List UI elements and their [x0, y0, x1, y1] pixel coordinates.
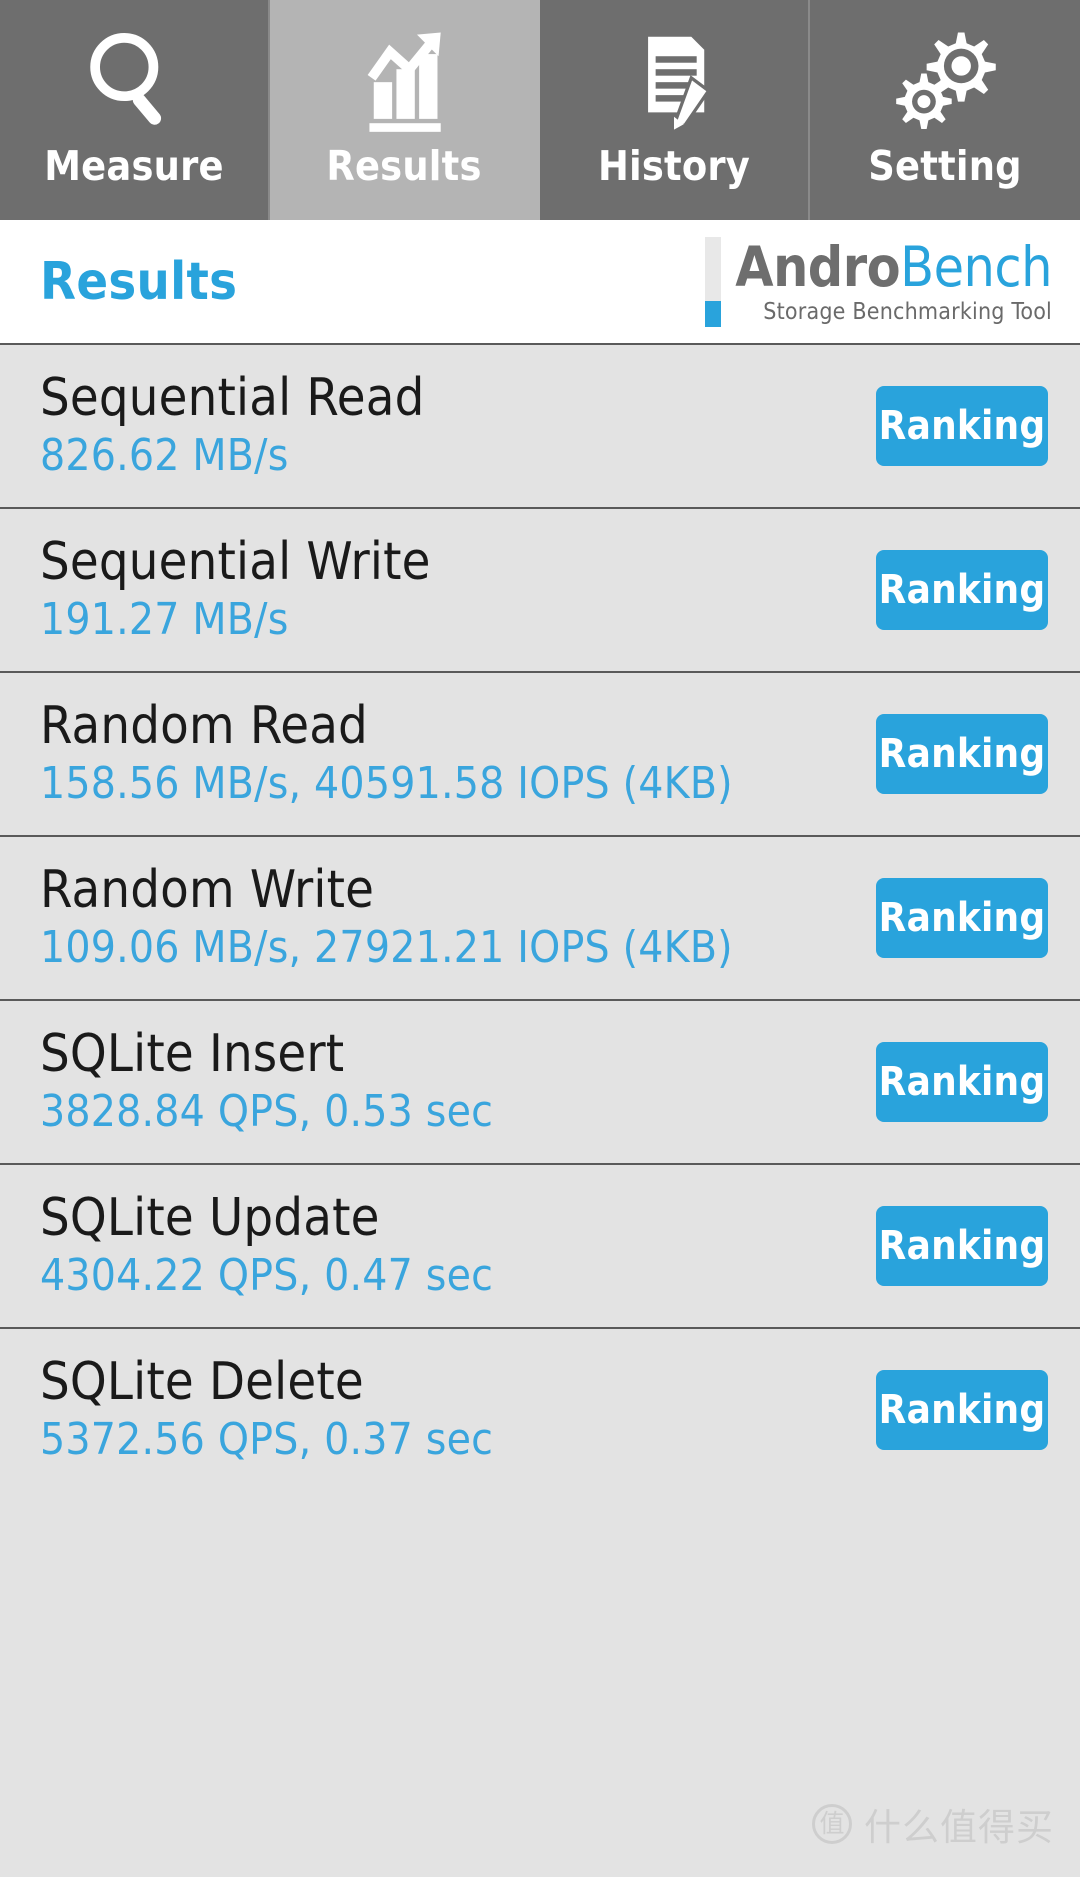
ranking-button[interactable]: Ranking — [876, 1042, 1048, 1122]
ranking-button[interactable]: Ranking — [876, 714, 1048, 794]
brand-name: AndroBench — [735, 237, 1052, 297]
result-value: 191.27 MB/s — [40, 594, 289, 645]
tab-setting-label: Setting — [868, 142, 1022, 190]
tab-results-label: Results — [326, 142, 482, 190]
tab-history[interactable]: History — [540, 0, 810, 220]
androbench-logo: AndroBench Storage Benchmarking Tool — [705, 236, 1052, 327]
watermark-badge-icon: 值 — [812, 1804, 852, 1844]
table-row: Sequential Write 191.27 MB/s Ranking — [0, 507, 1080, 671]
watermark: 值 什么值得买 — [812, 1797, 1054, 1851]
result-title: SQLite Insert — [40, 1024, 345, 1084]
table-row: SQLite Update 4304.22 QPS, 0.47 sec Rank… — [0, 1163, 1080, 1327]
result-title: Random Read — [40, 696, 368, 756]
result-value: 3828.84 QPS, 0.53 sec — [40, 1086, 494, 1137]
result-value: 4304.22 QPS, 0.47 sec — [40, 1250, 494, 1301]
tab-measure-label: Measure — [44, 142, 224, 190]
bar-chart-icon — [344, 24, 464, 136]
tab-history-label: History — [597, 142, 751, 190]
result-title: Sequential Read — [40, 368, 425, 428]
table-row: SQLite Delete 5372.56 QPS, 0.37 sec Rank… — [0, 1327, 1080, 1491]
logo-bar-icon — [705, 236, 722, 327]
ranking-button[interactable]: Ranking — [876, 878, 1048, 958]
document-pencil-icon — [614, 24, 734, 136]
brand-name-part2: Bench — [900, 234, 1052, 299]
ranking-button[interactable]: Ranking — [876, 550, 1048, 630]
result-value: 158.56 MB/s, 40591.58 IOPS (4KB) — [40, 758, 733, 809]
page-header: Results AndroBench Storage Benchmarking … — [0, 220, 1080, 343]
tab-measure[interactable]: Measure — [0, 0, 270, 220]
ranking-button[interactable]: Ranking — [876, 386, 1048, 466]
watermark-text: 什么值得买 — [864, 1806, 1054, 1849]
ranking-button[interactable]: Ranking — [876, 1206, 1048, 1286]
tab-results[interactable]: Results — [270, 0, 540, 220]
result-value: 826.62 MB/s — [40, 430, 289, 481]
brand-name-part1: Andro — [735, 234, 901, 299]
table-row: Sequential Read 826.62 MB/s Ranking — [0, 343, 1080, 507]
result-title: SQLite Delete — [40, 1352, 364, 1412]
result-title: Sequential Write — [40, 532, 431, 592]
main-tab-bar: Measure Results History Setting — [0, 0, 1080, 220]
table-row: Random Write 109.06 MB/s, 27921.21 IOPS … — [0, 835, 1080, 999]
table-row: SQLite Insert 3828.84 QPS, 0.53 sec Rank… — [0, 999, 1080, 1163]
magnifier-icon — [74, 24, 194, 136]
tab-setting[interactable]: Setting — [810, 0, 1080, 220]
gears-icon — [885, 24, 1005, 136]
androbench-results-screen: Measure Results History Setting Results … — [0, 0, 1080, 1877]
result-title: Random Write — [40, 860, 375, 920]
page-title: Results — [40, 251, 238, 312]
table-row: Random Read 158.56 MB/s, 40591.58 IOPS (… — [0, 671, 1080, 835]
result-value: 109.06 MB/s, 27921.21 IOPS (4KB) — [40, 922, 733, 973]
results-list: Sequential Read 826.62 MB/s Ranking Sequ… — [0, 343, 1080, 1491]
ranking-button[interactable]: Ranking — [876, 1370, 1048, 1450]
brand-tagline: Storage Benchmarking Tool — [763, 298, 1052, 325]
result-title: SQLite Update — [40, 1188, 380, 1248]
result-value: 5372.56 QPS, 0.37 sec — [40, 1414, 494, 1465]
